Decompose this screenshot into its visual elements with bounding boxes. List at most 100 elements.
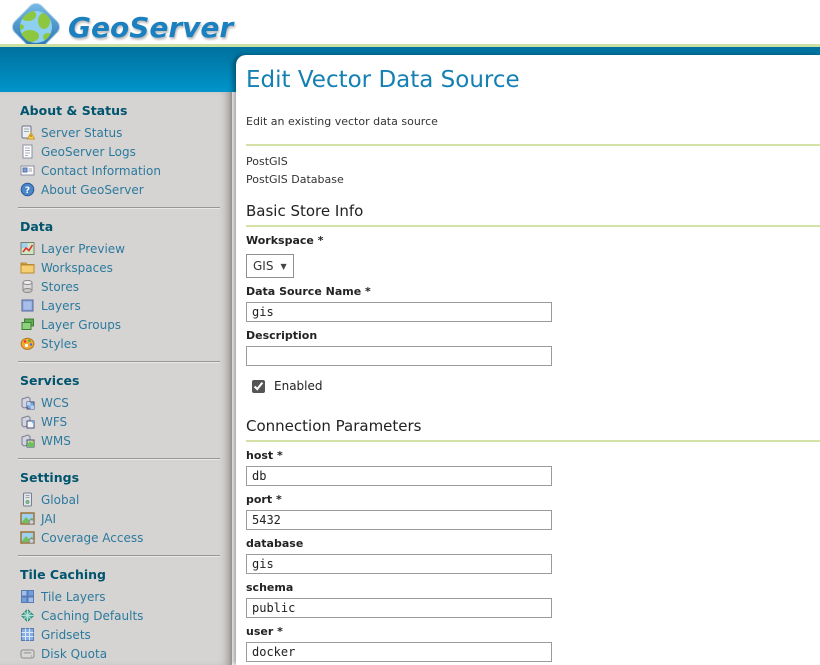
sidebar-item-workspaces: Workspaces (20, 260, 232, 275)
sidebar-section-title-settings: Settings (20, 470, 232, 485)
user-label: user * (246, 625, 820, 638)
user-input[interactable] (246, 642, 552, 662)
layer-groups-icon (20, 317, 35, 332)
description-label: Description (246, 329, 820, 342)
database-label: database (246, 537, 820, 550)
workspace-select[interactable]: GIS ▼ (246, 254, 294, 278)
store-type-description: PostGIS Database (246, 171, 820, 189)
sidebar-item-jai: JAI (20, 511, 232, 526)
sidebar-link-server-status[interactable]: Server Status (41, 126, 122, 140)
sidebar-item-styles: Styles (20, 336, 232, 351)
basic-store-info-heading: Basic Store Info (246, 202, 820, 227)
layer-preview-icon (20, 241, 35, 256)
page-title: Edit Vector Data Source (246, 67, 820, 93)
geoserver-app: GeoServer About & Status Server Status (0, 0, 820, 665)
sidebar-link-gridsets[interactable]: Gridsets (41, 628, 91, 642)
wcs-icon (20, 395, 35, 410)
sidebar-item-stores: Stores (20, 279, 232, 294)
sidebar-link-geoserver-logs[interactable]: GeoServer Logs (41, 145, 136, 159)
port-input[interactable] (246, 510, 552, 530)
sidebar-item-caching-defaults: Caching Defaults (20, 608, 232, 623)
sidebar-link-layer-groups[interactable]: Layer Groups (41, 318, 121, 332)
sidebar-separator (18, 458, 220, 460)
database-input[interactable] (246, 554, 552, 574)
brand-wordmark: GeoServer (68, 11, 233, 44)
host-input[interactable] (246, 466, 552, 486)
sidebar-item-wfs: WFS (20, 414, 232, 429)
svg-text:?: ? (25, 186, 30, 196)
sidebar-item-tile-layers: Tile Layers (20, 589, 232, 604)
enabled-label: Enabled (274, 379, 323, 393)
sidebar-link-global[interactable]: Global (41, 493, 79, 507)
layers-icon (20, 298, 35, 313)
jai-icon (20, 511, 35, 526)
sidebar-link-styles[interactable]: Styles (41, 337, 77, 351)
description-input[interactable] (246, 346, 552, 366)
sidebar-link-about-geoserver[interactable]: About GeoServer (41, 183, 144, 197)
sidebar-link-wfs[interactable]: WFS (41, 415, 67, 429)
port-label: port * (246, 493, 820, 506)
sidebar-item-layers: Layers (20, 298, 232, 313)
sidebar-link-contact-information[interactable]: Contact Information (41, 164, 161, 178)
sidebar-link-workspaces[interactable]: Workspaces (41, 261, 113, 275)
sidebar-item-wms: WMS (20, 433, 232, 448)
schema-input[interactable] (246, 598, 552, 618)
sidebar-item-disk-quota: Disk Quota (20, 646, 232, 661)
sidebar-link-layers[interactable]: Layers (41, 299, 81, 313)
caching-defaults-icon (20, 608, 35, 623)
sidebar-link-tile-layers[interactable]: Tile Layers (41, 590, 106, 604)
sidebar-item-server-status: Server Status (20, 125, 232, 140)
global-icon (20, 492, 35, 507)
sidebar-separator (18, 555, 220, 557)
sidebar-item-contact-information: Contact Information (20, 163, 232, 178)
palette-icon (20, 336, 35, 351)
tile-layers-icon (20, 589, 35, 604)
contact-icon (20, 163, 35, 178)
server-status-icon (20, 125, 35, 140)
database-icon (20, 279, 35, 294)
sidebar-section-title-services: Services (20, 373, 232, 388)
sidebar-separator (18, 207, 220, 209)
gridsets-icon (20, 627, 35, 642)
sidebar-section-title-tile-caching: Tile Caching (20, 567, 232, 582)
data-source-name-input[interactable] (246, 302, 552, 322)
workspace-select-value: GIS (253, 259, 273, 273)
sidebar-section-title-data: Data (20, 219, 232, 234)
sidebar-link-stores[interactable]: Stores (41, 280, 79, 294)
about-icon: ? (20, 182, 35, 197)
header: GeoServer (0, 0, 820, 44)
schema-label: schema (246, 581, 820, 594)
sidebar-link-disk-quota[interactable]: Disk Quota (41, 647, 107, 661)
sidebar-item-gridsets: Gridsets (20, 627, 232, 642)
folder-icon (20, 260, 35, 275)
sidebar-item-coverage-access: Coverage Access (20, 530, 232, 545)
logs-icon (20, 144, 35, 159)
sidebar-item-global: Global (20, 492, 232, 507)
workspace-label: Workspace * (246, 234, 820, 247)
sidebar-link-coverage-access[interactable]: Coverage Access (41, 531, 143, 545)
sidebar-section-title-about-status: About & Status (20, 103, 232, 118)
sidebar-link-wms[interactable]: WMS (41, 434, 71, 448)
disk-quota-icon (20, 646, 35, 661)
sidebar-link-wcs[interactable]: WCS (41, 396, 69, 410)
enabled-checkbox[interactable] (252, 380, 265, 393)
sidebar-link-jai[interactable]: JAI (41, 512, 56, 526)
sidebar-link-caching-defaults[interactable]: Caching Defaults (41, 609, 143, 623)
content-divider (246, 144, 820, 146)
data-source-name-label: Data Source Name * (246, 285, 820, 298)
wms-icon (20, 433, 35, 448)
sidebar: About & Status Server Status GeoServer L… (0, 92, 232, 665)
host-label: host * (246, 449, 820, 462)
coverage-access-icon (20, 530, 35, 545)
chevron-down-icon: ▼ (280, 262, 286, 271)
sidebar-item-wcs: WCS (20, 395, 232, 410)
store-type: PostGIS (246, 153, 820, 171)
sidebar-item-about-geoserver: ? About GeoServer (20, 182, 232, 197)
page-subtitle: Edit an existing vector data source (246, 115, 820, 128)
sidebar-link-layer-preview[interactable]: Layer Preview (41, 242, 125, 256)
sidebar-item-layer-groups: Layer Groups (20, 317, 232, 332)
sidebar-item-geoserver-logs: GeoServer Logs (20, 144, 232, 159)
main-content-panel: Edit Vector Data Source Edit an existing… (236, 55, 820, 665)
wfs-icon (20, 414, 35, 429)
sidebar-separator (18, 361, 220, 363)
